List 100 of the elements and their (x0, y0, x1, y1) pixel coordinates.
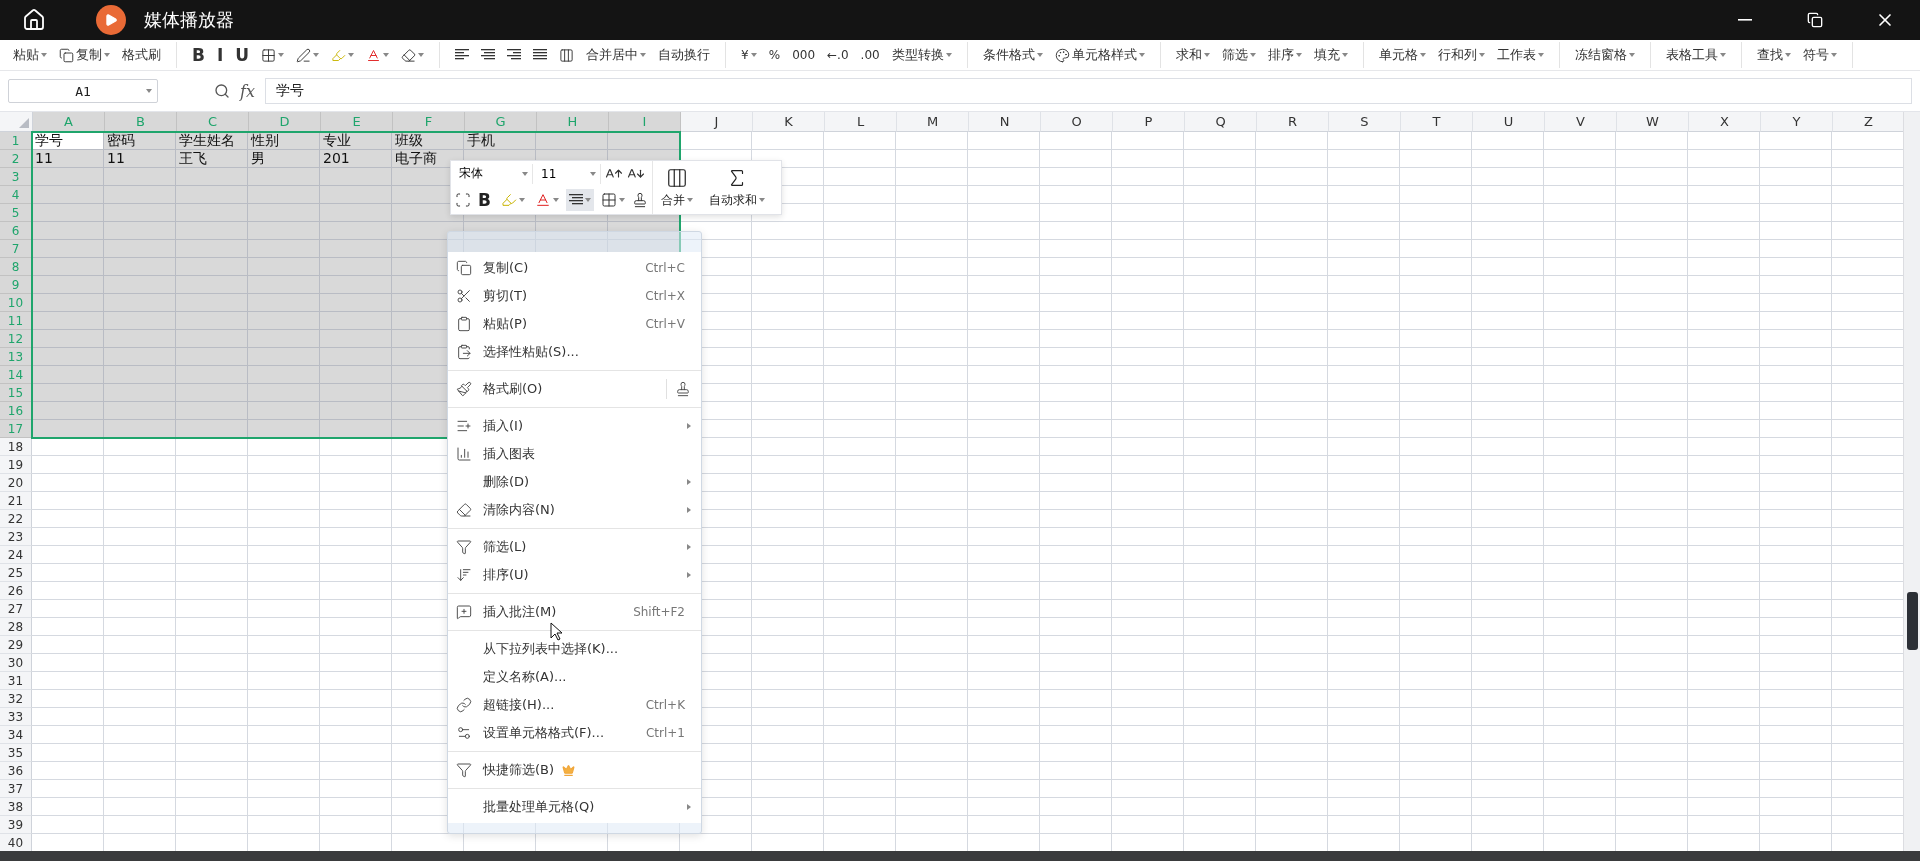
menu-item[interactable]: 批量处理单元格(Q) (448, 793, 701, 821)
row-header[interactable]: 32 (0, 690, 32, 708)
row-header[interactable]: 19 (0, 456, 32, 474)
toolbar-button[interactable]: 填充 (1310, 42, 1351, 68)
row-header[interactable]: 28 (0, 618, 32, 636)
row-header[interactable]: 36 (0, 762, 32, 780)
column-header[interactable]: Q (1185, 112, 1257, 132)
menu-item[interactable]: 插入图表 (448, 440, 701, 468)
row-header[interactable]: 27 (0, 600, 32, 618)
toolbar-button[interactable]: 单元格样式 (1051, 42, 1148, 68)
format-painter-icon (631, 192, 648, 209)
menu-item[interactable]: 设置单元格格式(F)... Ctrl+1 (448, 719, 701, 747)
toolbar-button[interactable]: 查找 (1753, 42, 1794, 68)
menu-item[interactable]: 剪切(T) Ctrl+X (448, 282, 701, 310)
menu-item[interactable]: 筛选(L) (448, 533, 701, 561)
format-painter-button[interactable] (666, 379, 691, 399)
font-select[interactable]: 宋体 (455, 163, 533, 184)
toolbar-button[interactable]: 行和列 (1434, 42, 1488, 68)
toolbar-button[interactable]: 符号 (1799, 42, 1840, 68)
column-header[interactable]: Y (1761, 112, 1833, 132)
home-icon[interactable] (22, 8, 46, 32)
toolbar-button[interactable]: 工作表 (1493, 42, 1547, 68)
row-header[interactable]: 20 (0, 474, 32, 492)
toolbar-button[interactable]: % (765, 42, 784, 68)
row-header[interactable]: 18 (0, 438, 32, 456)
bold-button[interactable]: B (475, 189, 494, 212)
toolbar-button[interactable]: 求和 (1172, 42, 1213, 68)
menu-item[interactable]: 选择性粘贴(S)... (448, 338, 701, 366)
toolbar-button[interactable]: I (213, 42, 227, 68)
align-button[interactable] (565, 189, 594, 212)
toolbar-button[interactable]: U (232, 42, 253, 68)
row-header[interactable]: 34 (0, 726, 32, 744)
toolbar-button[interactable]: ←.0 (824, 42, 852, 68)
toolbar-button[interactable]: 冻结窗格 (1571, 42, 1638, 68)
column-header[interactable]: M (897, 112, 969, 132)
menu-item[interactable]: 超链接(H)... Ctrl+K (448, 691, 701, 719)
merge-button[interactable]: 合并 (652, 161, 701, 214)
menu-item[interactable]: 快捷筛选(B) (448, 756, 701, 784)
column-header[interactable]: K (753, 112, 825, 132)
toolbar-button[interactable]: 单元格 (1375, 42, 1429, 68)
toolbar-button[interactable]: 格式刷 (119, 42, 164, 68)
column-header[interactable]: N (969, 112, 1041, 132)
menu-item[interactable]: 定义名称(A)... (448, 663, 701, 691)
vertical-scrollbar[interactable] (1903, 112, 1920, 851)
column-header[interactable]: O (1041, 112, 1113, 132)
toolbar-button[interactable]: 筛选 (1218, 42, 1259, 68)
menu-item[interactable]: 复制(C) Ctrl+C (448, 254, 701, 282)
bar-chart-icon (456, 446, 472, 462)
row-header[interactable]: 23 (0, 528, 32, 546)
toolbar-button[interactable]: 条件格式 (979, 42, 1046, 68)
app-logo-icon (96, 5, 126, 35)
row-header[interactable]: 22 (0, 510, 32, 528)
menu-item[interactable]: 从下拉列表中选择(K)... (448, 635, 701, 663)
toolbar-button[interactable]: 合并居中 (583, 42, 650, 68)
toolbar-button[interactable]: 表格工具 (1662, 42, 1729, 68)
row-header[interactable]: 31 (0, 672, 32, 690)
search-icon[interactable] (214, 83, 230, 99)
column-header[interactable]: W (1617, 112, 1689, 132)
column-header[interactable]: X (1689, 112, 1761, 132)
toolbar-button[interactable]: .00 (857, 42, 883, 68)
row-header[interactable]: 30 (0, 654, 32, 672)
row-header[interactable]: 33 (0, 708, 32, 726)
toolbar-button[interactable]: 粘贴 (10, 42, 50, 68)
menu-item[interactable]: 格式刷(O) (448, 375, 701, 403)
toolbar-button[interactable]: 自动换行 (655, 42, 714, 68)
row-header[interactable]: 25 (0, 564, 32, 582)
table-cell: 电子商 (392, 150, 464, 168)
menu-item[interactable]: 删除(D) (448, 468, 701, 496)
menu-item[interactable]: 插入(I) (448, 412, 701, 440)
toolbar-button[interactable]: 类型转换 (888, 42, 955, 68)
row-header[interactable]: 35 (0, 744, 32, 762)
row-header[interactable]: 26 (0, 582, 32, 600)
autosum-button[interactable]: 自动求和 (700, 161, 773, 214)
menu-item[interactable]: 清除内容(N) (448, 496, 701, 524)
column-header[interactable]: U (1473, 112, 1545, 132)
row-header[interactable]: 29 (0, 636, 32, 654)
column-header[interactable]: J (681, 112, 753, 132)
toolbar-button[interactable]: B (189, 42, 208, 68)
toolbar-button[interactable]: 复制 (56, 42, 113, 68)
font-size-select[interactable]: 11 (537, 163, 601, 184)
menu-item[interactable]: 排序(U) (448, 561, 701, 589)
toolbar-button[interactable]: ¥ (738, 42, 760, 68)
name-box[interactable]: A1 (8, 79, 158, 103)
column-header[interactable]: S (1329, 112, 1401, 132)
menu-item[interactable]: 插入批注(M) Shift+F2 (448, 598, 701, 626)
column-header[interactable]: P (1113, 112, 1185, 132)
column-header[interactable]: V (1545, 112, 1617, 132)
toolbar-button[interactable]: 排序 (1264, 42, 1305, 68)
toolbar-button[interactable]: 000 (789, 42, 819, 68)
row-header[interactable]: 24 (0, 546, 32, 564)
column-header[interactable]: R (1257, 112, 1329, 132)
row-header[interactable]: 40 (0, 834, 32, 851)
row-header[interactable]: 37 (0, 780, 32, 798)
column-header[interactable]: L (825, 112, 897, 132)
column-header[interactable]: T (1401, 112, 1473, 132)
row-header[interactable]: 39 (0, 816, 32, 834)
row-header[interactable]: 38 (0, 798, 32, 816)
menu-item[interactable]: 粘贴(P) Ctrl+V (448, 310, 701, 338)
formula-field[interactable]: 学号 (264, 78, 1912, 104)
row-header[interactable]: 21 (0, 492, 32, 510)
